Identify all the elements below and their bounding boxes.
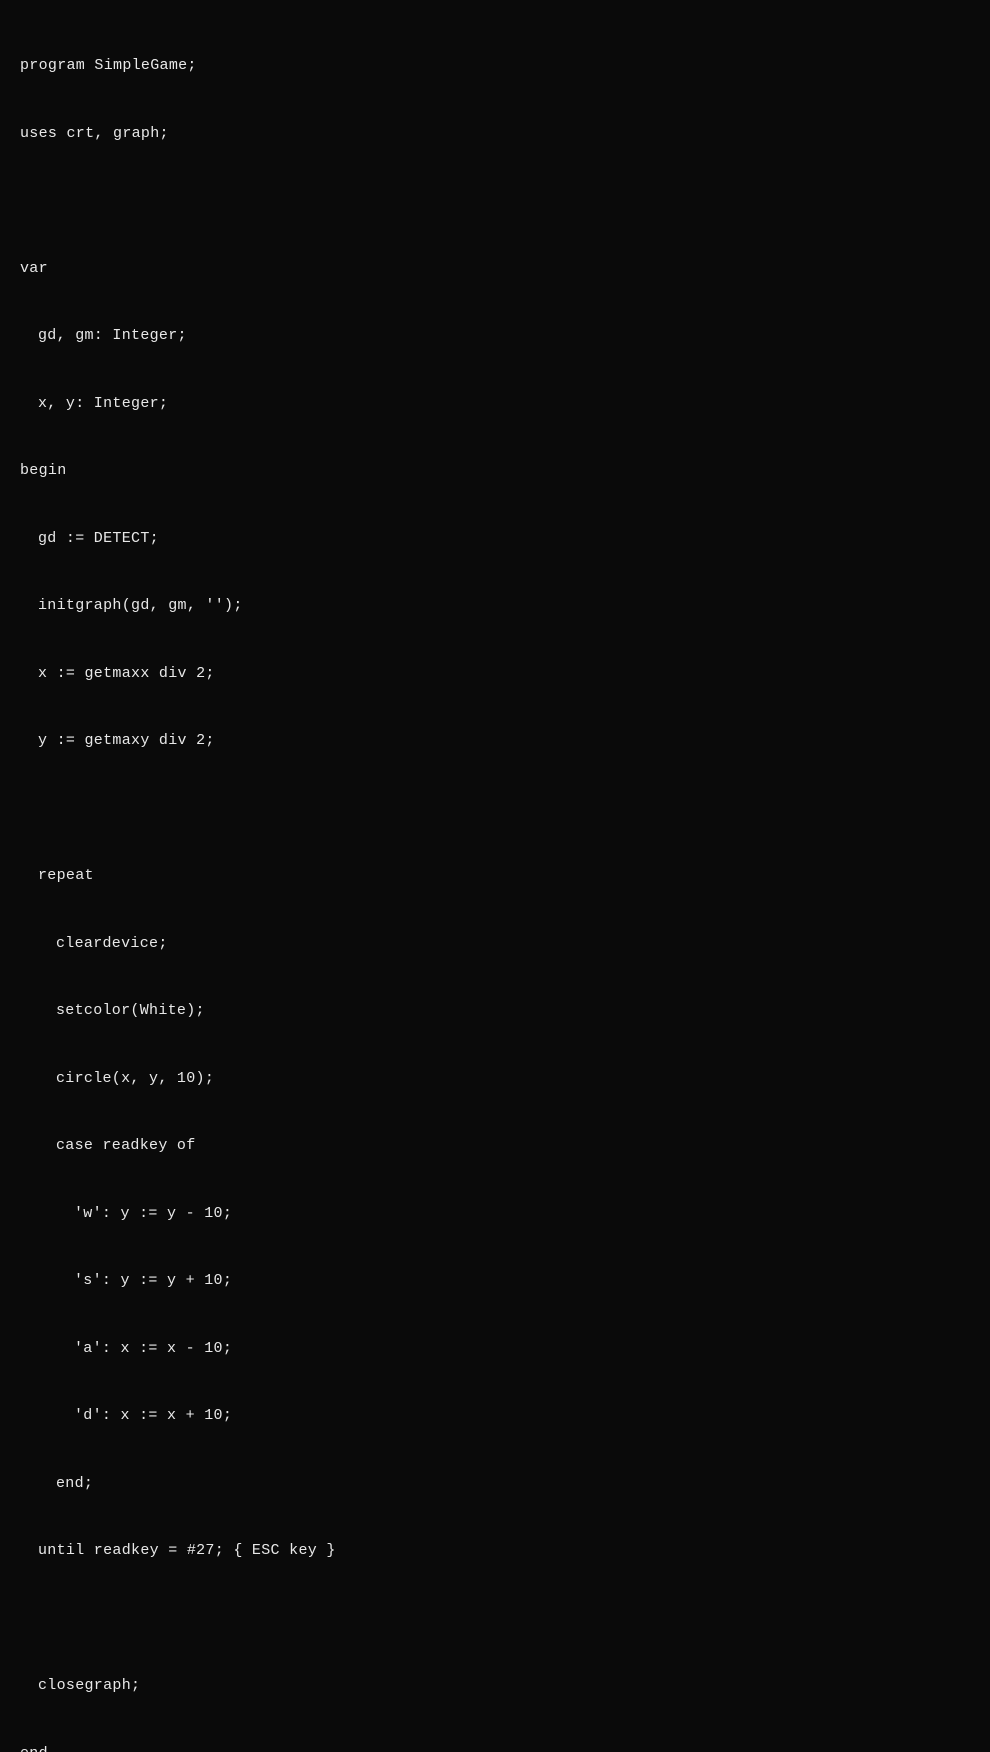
code-line: closegraph; <box>20 1675 970 1698</box>
code-line: repeat <box>20 865 970 888</box>
code-line: 'w': y := y - 10; <box>20 1203 970 1226</box>
code-line: 'd': x := x + 10; <box>20 1405 970 1428</box>
code-line: end. <box>20 1743 970 1752</box>
code-line: var <box>20 258 970 281</box>
code-line: gd, gm: Integer; <box>20 325 970 348</box>
code-line: end; <box>20 1473 970 1496</box>
code-line: case readkey of <box>20 1135 970 1158</box>
code-line: uses crt, graph; <box>20 123 970 146</box>
code-line: setcolor(White); <box>20 1000 970 1023</box>
code-line: x := getmaxx div 2; <box>20 663 970 686</box>
code-line-blank <box>20 190 970 213</box>
code-line: begin <box>20 460 970 483</box>
code-line-blank <box>20 1608 970 1631</box>
code-line: y := getmaxy div 2; <box>20 730 970 753</box>
code-line-blank <box>20 798 970 821</box>
code-line: initgraph(gd, gm, ''); <box>20 595 970 618</box>
code-line: until readkey = #27; { ESC key } <box>20 1540 970 1563</box>
code-line: gd := DETECT; <box>20 528 970 551</box>
code-line: 's': y := y + 10; <box>20 1270 970 1293</box>
code-line: 'a': x := x - 10; <box>20 1338 970 1361</box>
code-line: x, y: Integer; <box>20 393 970 416</box>
code-line: circle(x, y, 10); <box>20 1068 970 1091</box>
code-editor[interactable]: program SimpleGame; uses crt, graph; var… <box>20 10 970 1752</box>
code-line: program SimpleGame; <box>20 55 970 78</box>
code-line: cleardevice; <box>20 933 970 956</box>
